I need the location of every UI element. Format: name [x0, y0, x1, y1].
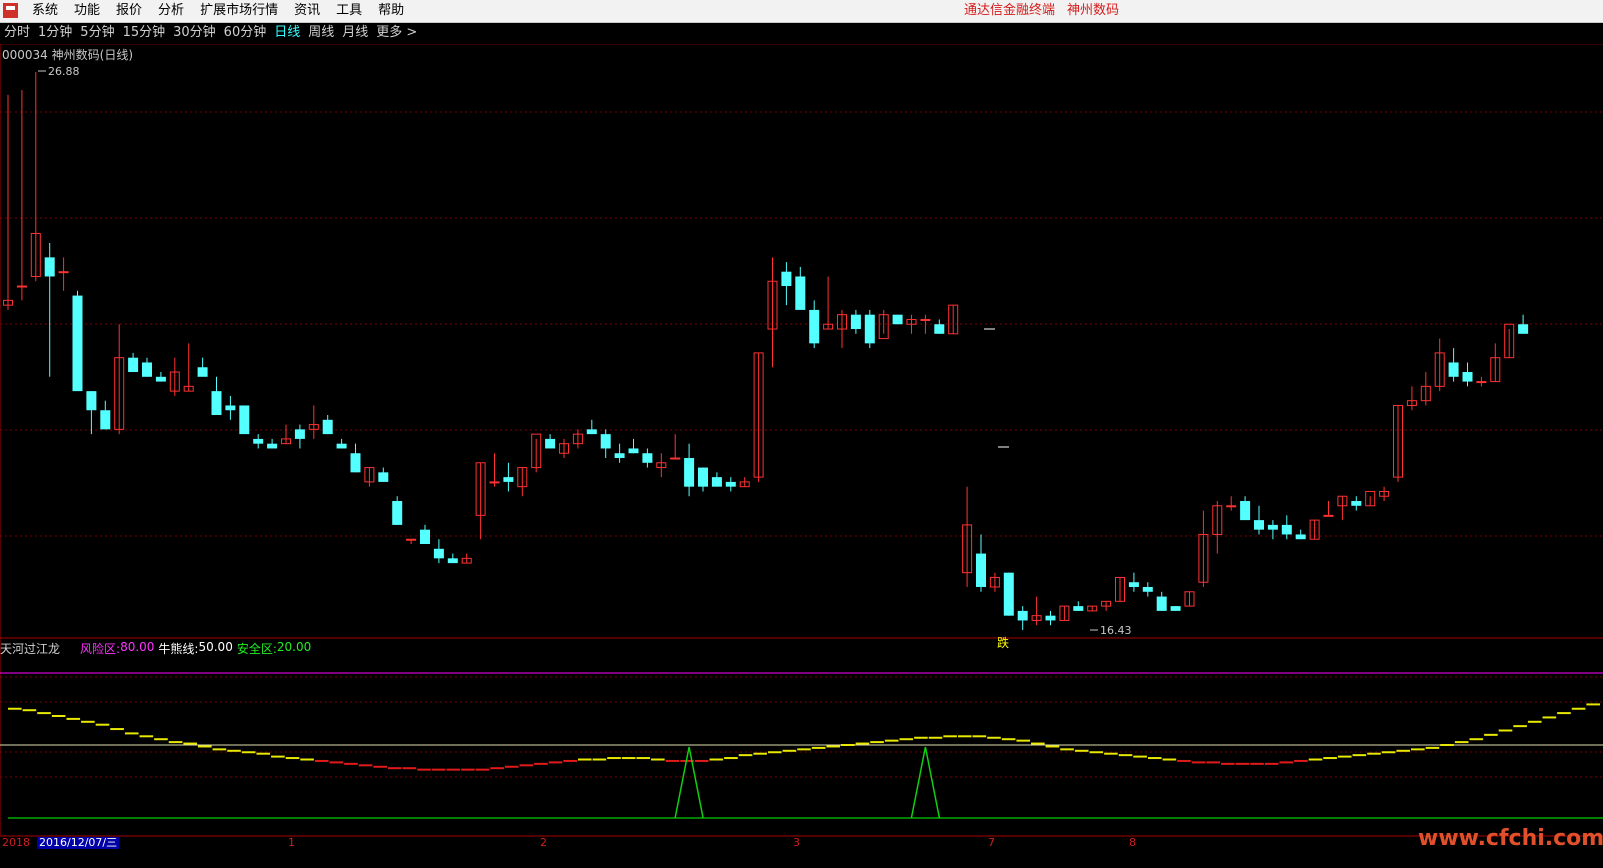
candle-body [850, 314, 861, 330]
candle-body [976, 553, 986, 588]
candle-body [1476, 381, 1487, 384]
candle-body [809, 309, 820, 344]
candle-body [225, 405, 236, 411]
candle-body [670, 457, 681, 460]
candle-body [586, 429, 597, 435]
candle-body [420, 529, 430, 545]
candle-body [197, 367, 208, 377]
candle-body [1128, 582, 1139, 588]
candle-body [1323, 514, 1334, 517]
signal-label: 跌 [997, 635, 1009, 650]
candle-body [698, 467, 708, 487]
candle-body [58, 271, 69, 274]
candle-body [503, 477, 514, 482]
candle-body [253, 438, 264, 444]
month-label: 2 [540, 836, 547, 849]
candle-body [142, 362, 152, 377]
candle-body [1226, 505, 1237, 508]
bull-bear-value: 50.00 [198, 640, 233, 654]
candle-body [128, 357, 139, 373]
candle-body [1448, 362, 1459, 377]
high-price-label: 26.88 [48, 65, 80, 78]
candle-body [781, 271, 792, 287]
safe-zone-label: 安全区: [236, 642, 277, 656]
signal-spike [674, 746, 704, 819]
month-label: 3 [793, 836, 800, 849]
candle-body [600, 434, 611, 449]
candle-body [44, 257, 55, 277]
candle-body [1254, 520, 1264, 530]
low-price-label: 16.43 [1100, 624, 1132, 637]
month-label: 1 [288, 836, 295, 849]
risk-zone-label: 风险区: [80, 642, 121, 656]
candle-body [1156, 596, 1167, 611]
candle-body [642, 453, 653, 463]
candle-body [1462, 372, 1473, 382]
candle-body [628, 448, 639, 454]
candle-body [614, 453, 625, 459]
watermark: www.cfchi.com [1418, 826, 1603, 851]
candle-body [711, 477, 722, 487]
bull-bear-label: 牛熊线: [158, 642, 199, 656]
month-label: 7 [988, 836, 995, 849]
month-label: 8 [1129, 836, 1136, 849]
candle-body [350, 453, 361, 473]
candle-body [489, 481, 500, 484]
candle-body [16, 285, 27, 288]
candle-body [545, 438, 556, 449]
candle-body [100, 410, 111, 430]
candle-body [267, 443, 278, 449]
date-axis: 2018 2016/12/07/三 1 2 3 7 8 [0, 837, 1603, 849]
candle-body [864, 314, 875, 344]
risk-zone-value: 80.00 [120, 640, 155, 654]
candle-body [447, 558, 458, 564]
candle-body [211, 391, 222, 416]
candle-body [1267, 524, 1278, 530]
candle-body [1017, 610, 1028, 621]
candle-body [406, 538, 417, 541]
candle-body [1073, 606, 1084, 611]
candle-body [725, 481, 736, 487]
candle-body [1170, 606, 1181, 611]
signal-spike [910, 746, 941, 819]
candle-body [294, 429, 305, 439]
candle-body [239, 405, 250, 435]
candle-body [72, 295, 83, 392]
candle-body [795, 276, 806, 310]
candle-body [1351, 501, 1362, 506]
date-cursor: 2016/12/07/三 [37, 836, 120, 849]
kline-chart[interactable]: 26.88 16.43 跌 [0, 0, 1603, 868]
candle-body [336, 443, 347, 449]
candle-body [1045, 615, 1056, 621]
indicator-name: 天河过江龙 [0, 642, 61, 656]
candle-body [934, 324, 945, 334]
candle-body [322, 419, 333, 435]
year-label: 2018 [2, 836, 30, 849]
safe-zone-value: 20.00 [276, 640, 312, 654]
candle-body [392, 501, 403, 525]
candle-body [1240, 501, 1251, 521]
candle-body [1003, 572, 1014, 616]
candle-body [920, 318, 931, 321]
candle-body [684, 458, 695, 487]
candle-body [892, 314, 903, 325]
indicator-title: 天河过江龙 风险区: 80.00 牛熊线: 50.00 安全区: 20.00 [0, 640, 315, 656]
candle-body [86, 391, 97, 411]
candle-body [1281, 524, 1292, 535]
candle-body [1518, 324, 1529, 334]
candle-body [378, 472, 389, 482]
candle-body [433, 548, 444, 559]
candle-body [1142, 587, 1153, 592]
candle-body [1295, 534, 1306, 540]
candle-body [155, 376, 166, 382]
